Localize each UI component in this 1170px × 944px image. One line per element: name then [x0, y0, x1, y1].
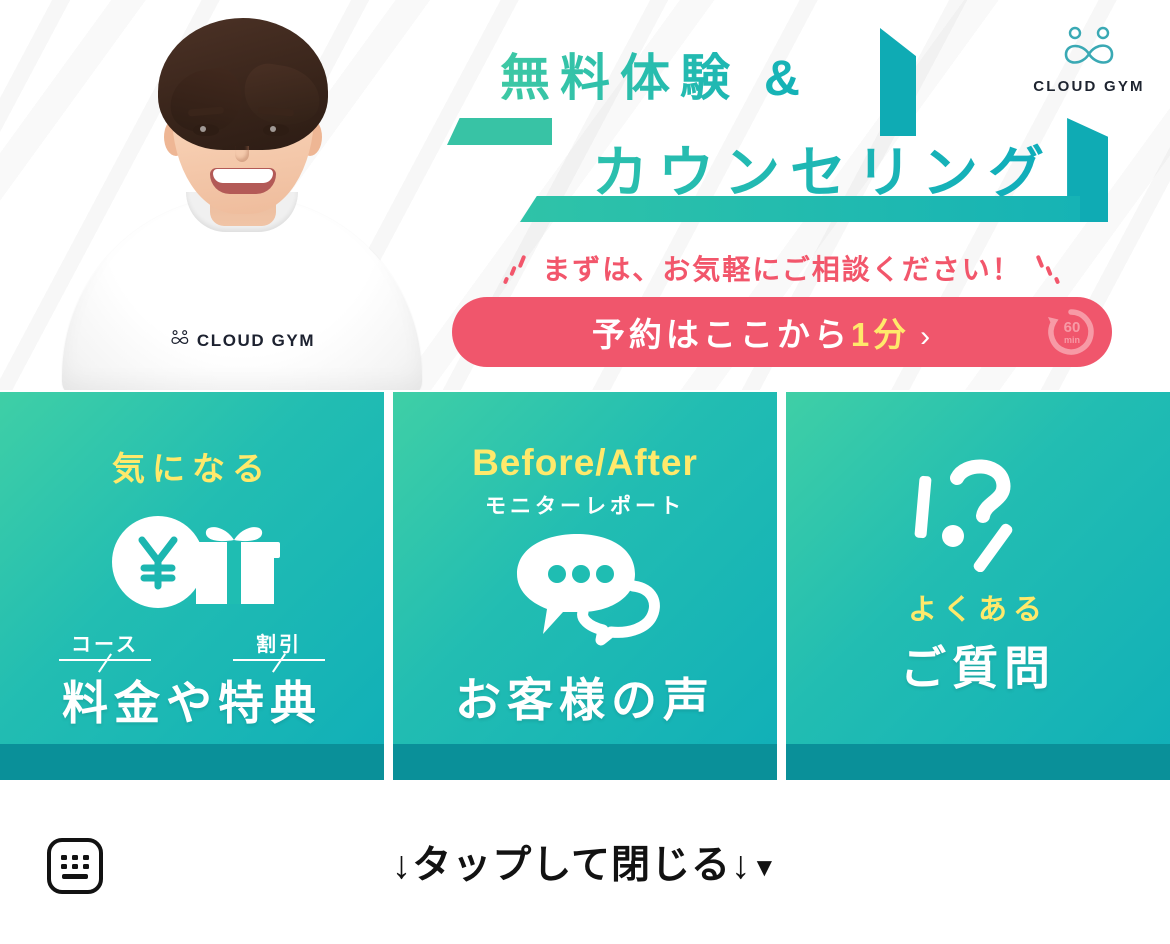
card-pricing-title: 料金や特典 [62, 677, 322, 729]
card-voice-top-label: Before/After [472, 442, 698, 483]
speech-bubble-icon [505, 530, 665, 648]
yen-coin-gift-icon [104, 508, 280, 612]
portrait-nose [235, 146, 249, 162]
question-exclamation-icon [903, 454, 1053, 572]
trainer-portrait: CLOUD GYM [42, 0, 442, 390]
ruby-course-text: コース [71, 634, 139, 656]
chevron-right-icon: › [920, 320, 935, 353]
hero-headline-line2: カウンセリング [592, 128, 1054, 209]
ruby-course-underline [59, 659, 151, 669]
close-hint-text: ↓タップして閉じる↓ [391, 844, 752, 887]
close-hint[interactable]: ↓タップして閉じる↓▼ [0, 834, 1170, 890]
infinity-logo-icon [169, 330, 191, 351]
hero-banner: CLOUD GYM 無料体験 & カウンセリング CLOUD GYM まずは、お… [0, 0, 1170, 390]
card-faq-top-label: よくある [907, 594, 1048, 626]
card-pricing-top-label: 気になる [112, 450, 272, 487]
cta-caption-text: まずは、お気軽にご相談ください！ [542, 254, 1022, 285]
portrait-hair [158, 18, 328, 150]
reservation-cta-button[interactable]: 予約はここから1分 › 60 min [452, 297, 1112, 367]
brand-name: CLOUD GYM [1033, 78, 1145, 95]
portrait-teeth [213, 169, 273, 183]
quote-mark-right-icon [1032, 254, 1060, 287]
card-pricing[interactable]: 気になる コース 割引 料金や特典 [0, 392, 384, 780]
infinity-logo-icon [1056, 26, 1122, 75]
card-customer-voice[interactable]: Before/After モニターレポート お客様の声 [393, 392, 777, 780]
cta-label-highlight: 1分 [850, 316, 911, 353]
ruby-course: コース [59, 628, 151, 669]
timer-arrow-icon: 60 min [1044, 305, 1098, 359]
card-faq[interactable]: よくある ご質問 [786, 392, 1170, 780]
svg-text:60: 60 [1064, 319, 1081, 336]
cta-label-prefix: 予約はここから [591, 316, 851, 353]
footer-bar: ↓タップして閉じる↓▼ [0, 780, 1170, 944]
quote-mark-left-icon [503, 254, 532, 287]
cta-button-label: 予約はここから1分 › [592, 308, 972, 356]
card-voice-sub-label: モニターレポート [485, 495, 685, 518]
ruby-discount-underline [233, 659, 325, 669]
ruby-discount-text: 割引 [256, 634, 302, 656]
portrait-eye-right [263, 124, 289, 136]
shirt-brand-logo: CLOUD GYM [169, 330, 315, 351]
card-pricing-ruby-row: コース 割引 [59, 628, 325, 669]
card-voice-title: お客様の声 [455, 674, 715, 726]
portrait-eye-left [193, 124, 219, 136]
shirt-brand-name: CLOUD GYM [196, 330, 316, 350]
svg-text:min: min [1064, 335, 1080, 345]
cta-caption: まずは、お気軽にご相談ください！ [452, 248, 1112, 288]
card-faq-title: ご質問 [900, 642, 1056, 694]
teal-tab-left-decoration [447, 118, 552, 145]
ruby-discount: 割引 [233, 628, 325, 669]
brand-logo: CLOUD GYM [1030, 26, 1148, 95]
menu-cards: 気になる コース 割引 料金や特典 Before/After モニターレポート … [0, 392, 1170, 780]
portrait-mouth [210, 168, 276, 194]
triangle-down-icon: ▼ [751, 852, 779, 882]
hero-headline-line1: 無料体験 & [500, 38, 810, 110]
